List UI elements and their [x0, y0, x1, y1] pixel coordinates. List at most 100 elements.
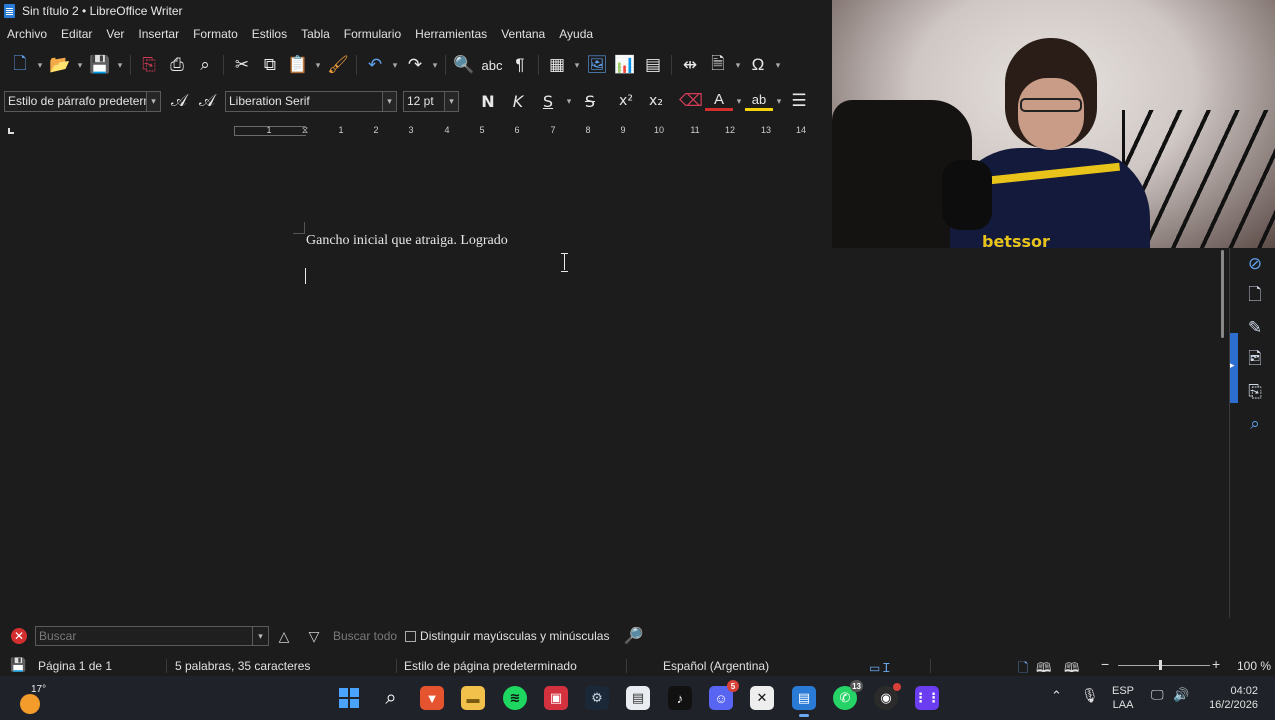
insert-mode-icon[interactable]: ▭Ｉ: [869, 659, 892, 676]
italic-button[interactable]: K: [503, 92, 533, 111]
subscript-button[interactable]: x₂: [641, 93, 671, 109]
match-case-label[interactable]: Distinguir mayúsculas y minúsculas: [420, 629, 609, 643]
strikethrough-button[interactable]: S: [575, 92, 605, 111]
new-document-icon[interactable]: 🗋: [6, 51, 34, 79]
font-color-icon[interactable]: A: [705, 91, 733, 111]
zoom-slider-knob[interactable]: [1159, 660, 1162, 670]
manage-changes-icon[interactable]: ⎘: [1240, 376, 1270, 408]
apps-grid-icon[interactable]: ⋮⋮: [914, 686, 940, 710]
tiktok-icon[interactable]: ♪: [668, 686, 692, 710]
undo-dropdown-icon[interactable]: ▾: [389, 51, 401, 79]
close-find-bar-icon[interactable]: ✕: [11, 628, 27, 644]
menu-ayuda[interactable]: Ayuda: [552, 27, 600, 41]
find-previous-icon[interactable]: △: [269, 628, 299, 645]
file-explorer-icon[interactable]: ▬: [461, 686, 485, 710]
menu-herramientas[interactable]: Herramientas: [408, 27, 494, 41]
styles-icon[interactable]: ✎: [1240, 312, 1270, 344]
paste-dropdown-icon[interactable]: ▾: [312, 51, 324, 79]
vertical-scrollbar-track[interactable]: [1229, 248, 1230, 618]
menu-estilos[interactable]: Estilos: [245, 27, 294, 41]
menu-editar[interactable]: Editar: [54, 27, 99, 41]
menu-formulario[interactable]: Formulario: [337, 27, 408, 41]
clock[interactable]: 04:02 16/2/2026: [1200, 684, 1258, 712]
align-left-icon[interactable]: ☰: [785, 87, 813, 115]
horizontal-ruler[interactable]: 1 ⧖ 1 2 3 4 5 6 7 8 9 10 11 12 13 14: [234, 122, 824, 140]
microphone-icon[interactable]: 🎙: [1081, 688, 1099, 702]
paragraph-style-select[interactable]: Estilo de párrafo predetermi ▾: [4, 90, 161, 112]
capcut-icon[interactable]: ✕: [750, 686, 774, 710]
word-count[interactable]: 5 palabras, 35 caracteres: [175, 659, 310, 673]
gallery-icon[interactable]: 🖻: [1240, 344, 1270, 376]
redo-icon[interactable]: ↷: [401, 51, 429, 79]
clear-formatting-icon[interactable]: ⌫: [677, 87, 705, 115]
brave-browser-icon[interactable]: ▼: [420, 686, 444, 710]
search-icon[interactable]: ⌕: [379, 686, 403, 710]
chevron-down-icon[interactable]: ▾: [444, 91, 458, 111]
field-dropdown-icon[interactable]: ▾: [732, 51, 744, 79]
insert-image-icon[interactable]: 🖼: [583, 51, 611, 79]
find-search-field[interactable]: ▾: [35, 626, 269, 646]
open-dropdown-icon[interactable]: ▾: [74, 51, 86, 79]
show-hidden-icons-icon[interactable]: ⌃: [1051, 689, 1062, 703]
print-icon[interactable]: ⎙: [163, 51, 191, 79]
font-name-select[interactable]: Liberation Serif ▾: [225, 90, 397, 112]
tab-stop-selector-icon[interactable]: [8, 128, 14, 134]
special-char-dropdown-icon[interactable]: ▾: [772, 51, 784, 79]
navigator-icon[interactable]: ⊘: [1240, 248, 1270, 280]
print-preview-icon[interactable]: ⌕: [191, 51, 219, 79]
highlight-dropdown-icon[interactable]: ▾: [773, 87, 785, 115]
font-size-select[interactable]: 12 pt ▾: [403, 90, 459, 112]
sidebar-collapse-handle[interactable]: [1230, 333, 1238, 403]
obs-icon[interactable]: ◉: [874, 683, 901, 710]
spotify-icon[interactable]: ≋: [503, 686, 527, 710]
bold-button[interactable]: N: [473, 92, 503, 111]
chevron-down-icon[interactable]: ▾: [252, 627, 268, 645]
start-windows-icon[interactable]: [337, 686, 361, 710]
find-all-button[interactable]: Buscar todo: [333, 629, 397, 643]
chevron-down-icon[interactable]: ▾: [146, 91, 160, 111]
menu-ventana[interactable]: Ventana: [494, 27, 552, 41]
underline-dropdown-icon[interactable]: ▾: [563, 87, 575, 115]
weather-widget[interactable]: 17°: [18, 684, 58, 714]
insert-field-icon[interactable]: 🗎: [704, 51, 732, 79]
zoom-level[interactable]: 100 %: [1237, 659, 1271, 673]
insert-table-icon[interactable]: ▦: [543, 51, 571, 79]
menu-archivo[interactable]: Archivo: [0, 27, 54, 41]
find-sidebar-icon[interactable]: ⌕: [1240, 408, 1270, 440]
page-count[interactable]: Página 1 de 1: [38, 659, 112, 673]
zoom-slider-track[interactable]: [1118, 665, 1210, 666]
spelling-icon[interactable]: abc: [478, 51, 506, 79]
game-launcher-icon[interactable]: ▣: [544, 686, 568, 710]
paste-icon[interactable]: 📋: [284, 51, 312, 79]
zoom-in-icon[interactable]: +: [1212, 656, 1220, 672]
clone-formatting-icon[interactable]: 🖌: [324, 51, 352, 79]
whatsapp-icon[interactable]: ✆ 13: [833, 680, 863, 710]
save-dropdown-icon[interactable]: ▾: [114, 51, 126, 79]
special-character-icon[interactable]: Ω: [744, 51, 772, 79]
new-dropdown-icon[interactable]: ▾: [34, 51, 46, 79]
match-case-checkbox[interactable]: [405, 630, 417, 642]
highlight-color-icon[interactable]: ab: [745, 91, 773, 111]
find-search-input[interactable]: [36, 627, 252, 645]
document-modified-icon[interactable]: 💾: [10, 657, 26, 673]
network-icon[interactable]: 🖵: [1151, 688, 1164, 702]
redo-dropdown-icon[interactable]: ▾: [429, 51, 441, 79]
page-style[interactable]: Estilo de página predeterminado: [404, 659, 577, 673]
underline-button[interactable]: S: [533, 92, 563, 111]
libreoffice-writer-icon[interactable]: ▤: [792, 686, 816, 717]
page-break-icon[interactable]: ⇹: [676, 51, 704, 79]
store-icon[interactable]: ▤: [626, 686, 650, 710]
document-paragraph[interactable]: Gancho inicial que atraiga. Logrado: [306, 233, 508, 249]
open-folder-icon[interactable]: 📂: [46, 51, 74, 79]
page-properties-icon[interactable]: 🗋: [1240, 280, 1270, 312]
find-next-icon[interactable]: ▽: [299, 628, 329, 645]
menu-ver[interactable]: Ver: [99, 27, 131, 41]
volume-icon[interactable]: 🔊: [1173, 688, 1189, 702]
insert-textbox-icon[interactable]: ▤: [639, 51, 667, 79]
text-language[interactable]: Español (Argentina): [663, 659, 769, 673]
menu-insertar[interactable]: Insertar: [131, 27, 186, 41]
table-dropdown-icon[interactable]: ▾: [571, 51, 583, 79]
chevron-down-icon[interactable]: ▾: [382, 91, 396, 111]
export-pdf-icon[interactable]: ⎘: [135, 51, 163, 79]
zoom-out-icon[interactable]: −: [1101, 656, 1109, 672]
